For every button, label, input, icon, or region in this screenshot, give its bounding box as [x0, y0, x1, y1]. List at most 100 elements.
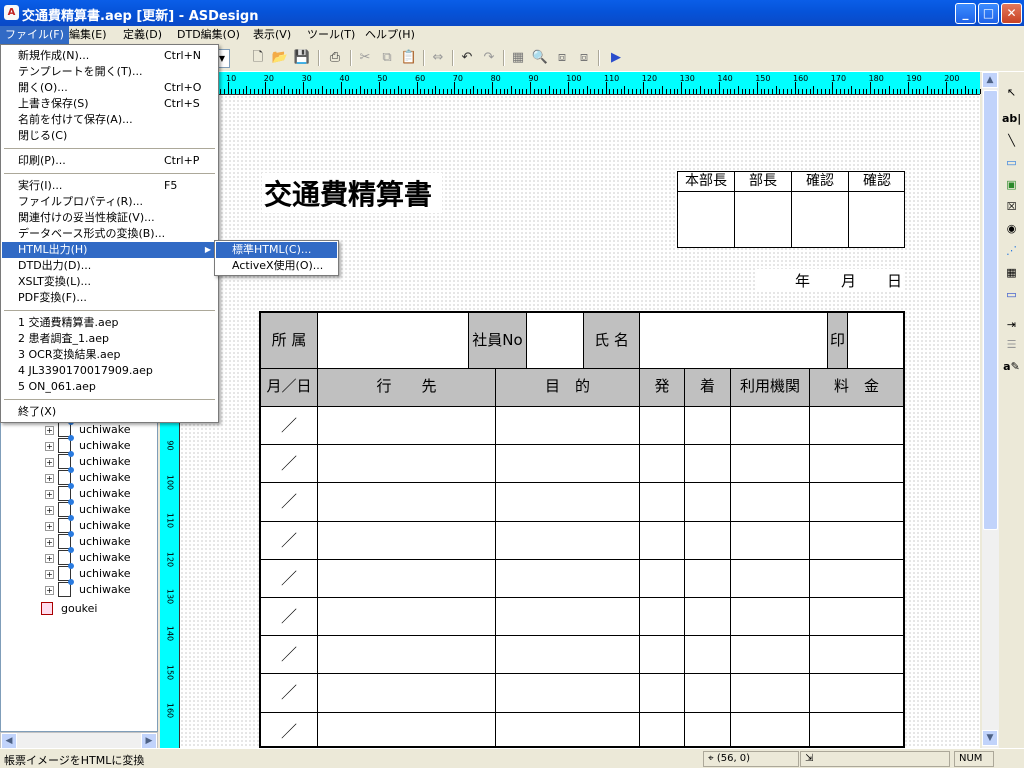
table-cell[interactable]	[685, 521, 731, 559]
table-cell[interactable]	[318, 674, 496, 712]
table-cell[interactable]	[810, 483, 903, 520]
date-cell[interactable]: ／	[261, 598, 318, 636]
checkbox-tool-icon[interactable]: ☒	[1002, 198, 1021, 216]
save-icon[interactable]: 💾	[292, 48, 312, 68]
file-menu-item-html-output[interactable]: HTML出力(H) ▶	[2, 242, 217, 258]
recent-file-item[interactable]: 4 JL3390170017909.aep	[2, 363, 217, 379]
table-cell[interactable]	[640, 559, 685, 597]
expand-icon[interactable]: +	[45, 490, 54, 499]
menu-define[interactable]: 定義(D)	[118, 26, 167, 44]
table-cell[interactable]	[496, 407, 640, 445]
table-cell[interactable]	[731, 712, 810, 750]
table-cell[interactable]	[496, 674, 640, 712]
expand-icon[interactable]: +	[45, 522, 54, 531]
table-cell[interactable]	[496, 559, 640, 597]
grid-icon[interactable]: ▦	[508, 48, 528, 68]
table-cell[interactable]	[496, 445, 640, 483]
edit-text-tool-icon[interactable]: a✎	[1002, 358, 1021, 376]
table-row[interactable]: ／	[261, 521, 903, 560]
expand-icon[interactable]: +	[45, 458, 54, 467]
submenu-item-activex[interactable]: ActiveX使用(O)...	[216, 258, 337, 274]
table-cell[interactable]	[496, 521, 640, 559]
table-cell[interactable]	[496, 598, 640, 636]
table-row[interactable]: ／	[261, 407, 903, 446]
zoom-icon[interactable]: 🔍	[530, 48, 550, 68]
table-cell[interactable]	[318, 521, 496, 559]
resize-icon[interactable]: ⇔	[428, 48, 448, 68]
date-cell[interactable]: ／	[261, 445, 318, 483]
expand-icon[interactable]: +	[45, 554, 54, 563]
form-title[interactable]: 交通費精算書	[262, 173, 443, 213]
table-cell[interactable]	[731, 636, 810, 674]
table-row[interactable]: ／	[261, 712, 903, 751]
file-menu-item[interactable]: 名前を付けて保存(A)...	[2, 112, 217, 128]
table-cell[interactable]	[731, 483, 810, 521]
table-row[interactable]: ／	[261, 636, 903, 675]
expand-icon[interactable]: +	[45, 506, 54, 515]
table-cell[interactable]	[318, 407, 496, 445]
scroll-up-icon[interactable]: ▲	[982, 72, 998, 88]
layer-icon[interactable]: ⧈	[552, 48, 572, 68]
table-row[interactable]: ／	[261, 559, 903, 598]
approval-stamp-area[interactable]	[735, 192, 792, 248]
copy-icon[interactable]: ⧉	[377, 48, 397, 68]
date-cell[interactable]: ／	[261, 521, 318, 559]
table-cell[interactable]	[685, 559, 731, 597]
date-field[interactable]: 年 月 日	[755, 269, 905, 291]
table-cell[interactable]	[731, 559, 810, 597]
table-cell[interactable]	[318, 483, 496, 521]
minimize-button[interactable]: _	[955, 3, 976, 24]
table-cell[interactable]	[685, 445, 731, 483]
expand-icon[interactable]: +	[45, 586, 54, 595]
file-menu-item[interactable]: 上書き保存(S) Ctrl+S	[2, 96, 217, 112]
expand-icon[interactable]: +	[45, 538, 54, 547]
menu-edit[interactable]: 編集(E)	[64, 26, 112, 44]
table-cell[interactable]	[810, 560, 903, 597]
table-cell[interactable]	[318, 559, 496, 597]
file-menu-item[interactable]: 新規作成(N)... Ctrl+N	[2, 48, 217, 64]
table-cell[interactable]	[810, 713, 903, 750]
run-icon[interactable]: ▶	[606, 48, 626, 68]
table-cell[interactable]	[731, 407, 810, 445]
connector-tool-icon[interactable]: ⋰	[1002, 242, 1021, 260]
file-menu-item[interactable]: 実行(I)... F5	[2, 178, 217, 194]
expand-icon[interactable]: +	[45, 570, 54, 579]
file-menu-item[interactable]: テンプレートを開く(T)...	[2, 64, 217, 80]
table-cell[interactable]	[318, 712, 496, 750]
file-menu-item[interactable]: 開く(O)... Ctrl+O	[2, 80, 217, 96]
seal-field[interactable]	[848, 313, 903, 369]
table-cell[interactable]	[731, 521, 810, 559]
table-cell[interactable]	[810, 636, 903, 673]
file-menu-item[interactable]: DTD出力(D)...	[2, 258, 217, 274]
file-menu-item[interactable]: 印刷(P)... Ctrl+P	[2, 153, 217, 169]
date-cell[interactable]: ／	[261, 674, 318, 712]
file-menu-item-exit[interactable]: 終了(X)	[2, 404, 217, 420]
file-menu-item[interactable]: データベース形式の変換(B)...	[2, 226, 217, 242]
table-cell[interactable]	[496, 483, 640, 521]
menu-view[interactable]: 表示(V)	[248, 26, 296, 44]
insert-tool-icon[interactable]: ⇥	[1002, 316, 1021, 334]
menu-help[interactable]: ヘルプ(H)	[360, 26, 420, 44]
employee-no-field[interactable]	[527, 313, 584, 369]
table-cell[interactable]	[685, 636, 731, 674]
dept-field[interactable]	[318, 313, 469, 369]
rectangle-tool-icon[interactable]: ▭	[1002, 154, 1021, 172]
cut-icon[interactable]: ✂	[355, 48, 375, 68]
table-cell[interactable]	[318, 598, 496, 636]
date-cell[interactable]: ／	[261, 407, 318, 445]
table-cell[interactable]	[640, 636, 685, 674]
table-cell[interactable]	[318, 445, 496, 483]
table-row[interactable]: ／	[261, 483, 903, 522]
table-cell[interactable]	[810, 445, 903, 482]
table-cell[interactable]	[318, 636, 496, 674]
close-button[interactable]: ✕	[1001, 3, 1022, 24]
list-tool-icon[interactable]: ☰	[1002, 336, 1021, 354]
new-icon[interactable]: 🗋	[248, 48, 268, 68]
table-cell[interactable]	[640, 407, 685, 445]
line-tool-icon[interactable]: ╲	[1002, 132, 1021, 150]
table-cell[interactable]	[640, 521, 685, 559]
recent-file-item[interactable]: 2 患者調査_1.aep	[2, 331, 217, 347]
frame-tool-icon[interactable]: ▭	[1002, 286, 1021, 304]
table-cell[interactable]	[640, 712, 685, 750]
menu-tools[interactable]: ツール(T)	[302, 26, 360, 44]
